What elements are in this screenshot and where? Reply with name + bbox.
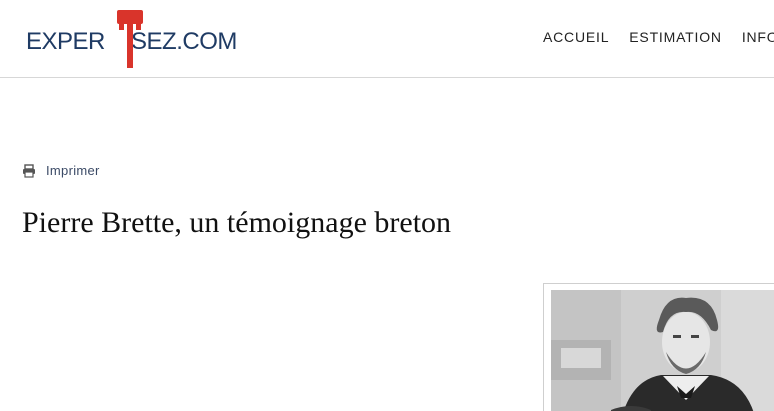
site-header: EXPER ISEZ.COM ACCUEIL ESTIMATION INFO — [0, 0, 774, 78]
print-label: Imprimer — [46, 163, 100, 178]
main-nav: ACCUEIL ESTIMATION INFO — [543, 29, 774, 45]
site-logo[interactable]: EXPER ISEZ.COM — [26, 8, 237, 70]
nav-item-info[interactable]: INFO — [742, 29, 774, 45]
portrait-illustration — [551, 290, 774, 411]
nav-item-accueil[interactable]: ACCUEIL — [543, 29, 609, 45]
nav-item-estimation[interactable]: ESTIMATION — [629, 29, 722, 45]
article-image-frame[interactable] — [543, 283, 774, 411]
printer-icon — [23, 163, 35, 178]
article-title: Pierre Brette, un témoignage breton — [22, 206, 452, 239]
gavel-icon — [117, 10, 143, 68]
logo-text-left: EXPER — [26, 28, 105, 55]
print-link[interactable]: Imprimer — [22, 163, 100, 178]
